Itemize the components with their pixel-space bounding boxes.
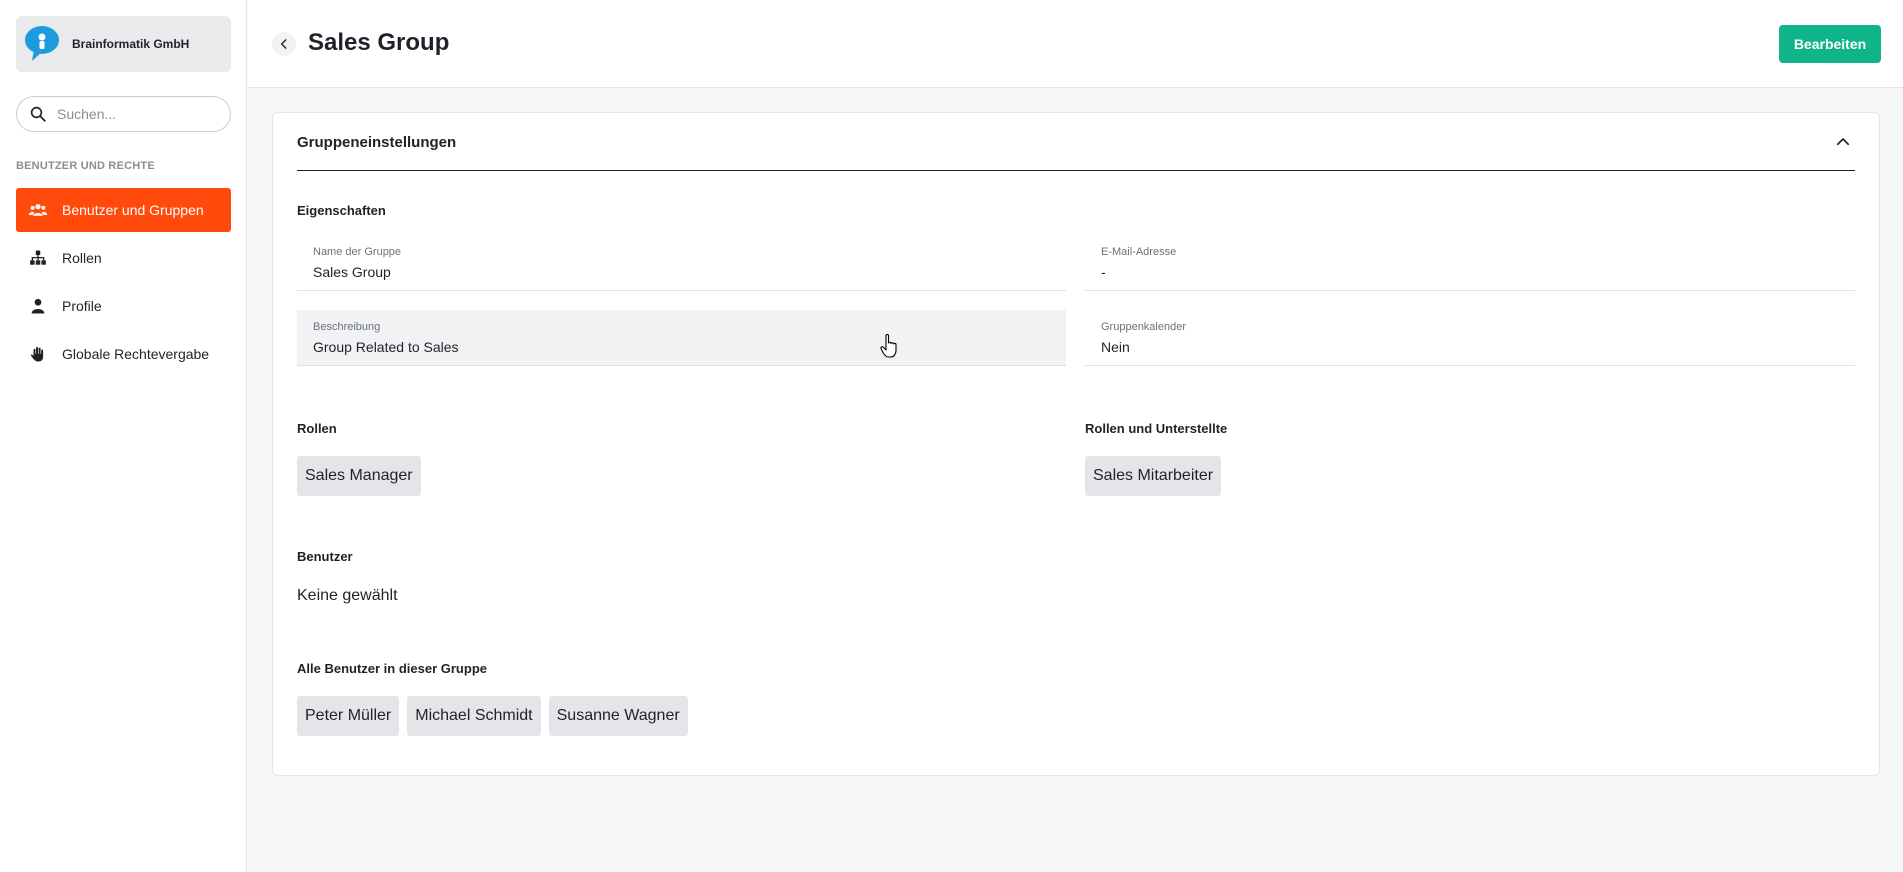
group-calendar-field[interactable]: Gruppenkalender Nein xyxy=(1085,310,1855,366)
roles-subordinates-chips: Sales Mitarbeiter xyxy=(1085,456,1222,496)
back-button[interactable] xyxy=(272,32,296,56)
group-name-field[interactable]: Name der Gruppe Sales Group xyxy=(297,235,1066,291)
hand-icon xyxy=(28,344,48,364)
properties-heading: Eigenschaften xyxy=(297,203,386,218)
page-header: Sales Group Bearbeiten xyxy=(248,0,1903,88)
search-box[interactable] xyxy=(16,96,231,132)
role-chip[interactable]: Sales Manager xyxy=(297,456,421,496)
users-icon xyxy=(28,200,48,220)
user-chip[interactable]: Michael Schmidt xyxy=(407,696,541,736)
sidebar-item-globale-rechtevergabe[interactable]: Globale Rechtevergabe xyxy=(16,332,231,376)
card-header[interactable]: Gruppeneinstellungen xyxy=(297,113,1855,171)
sidebar-item-label: Rollen xyxy=(62,250,102,266)
field-label: Name der Gruppe xyxy=(313,246,402,258)
role-chip[interactable]: Sales Mitarbeiter xyxy=(1085,456,1222,496)
field-value: Group Related to Sales xyxy=(313,339,459,355)
hierarchy-icon xyxy=(28,248,48,268)
sidebar-item-label: Profile xyxy=(62,298,102,314)
user-chip[interactable]: Susanne Wagner xyxy=(548,696,688,736)
page-title: Sales Group xyxy=(308,29,450,56)
sidebar-item-profile[interactable]: Profile xyxy=(16,284,231,328)
brainformatik-logo-icon xyxy=(25,26,59,61)
organization-name: Brainformatik GmbH xyxy=(72,37,190,51)
sidebar-nav: Benutzer und Gruppen Rollen Profile Glob… xyxy=(16,188,231,380)
field-value: Sales Group xyxy=(313,264,391,280)
sidebar: Brainformatik GmbH BENUTZER UND RECHTE B… xyxy=(0,0,247,872)
field-value: Nein xyxy=(1101,339,1130,355)
field-label: Beschreibung xyxy=(313,321,381,333)
hand-cursor-icon xyxy=(880,333,897,358)
field-value: - xyxy=(1101,264,1106,280)
users-empty-text: Keine gewählt xyxy=(297,587,398,604)
all-users-chips: Peter Müller Michael Schmidt Susanne Wag… xyxy=(297,696,688,736)
description-field[interactable]: Beschreibung Group Related to Sales xyxy=(297,310,1066,366)
person-icon xyxy=(28,296,48,316)
chevron-up-icon xyxy=(1836,137,1850,145)
organization-switcher[interactable]: Brainformatik GmbH xyxy=(16,16,231,72)
roles-heading: Rollen xyxy=(297,421,337,436)
section-label: BENUTZER UND RECHTE xyxy=(16,160,155,172)
sidebar-item-label: Globale Rechtevergabe xyxy=(62,346,210,362)
field-label: Gruppenkalender xyxy=(1101,321,1187,333)
search-icon xyxy=(30,106,46,122)
chevron-left-icon xyxy=(280,39,287,49)
field-label: E-Mail-Adresse xyxy=(1101,246,1177,258)
user-chip[interactable]: Peter Müller xyxy=(297,696,400,736)
search-input[interactable] xyxy=(57,106,207,122)
sidebar-item-benutzer-und-gruppen[interactable]: Benutzer und Gruppen xyxy=(16,188,231,232)
users-heading: Benutzer xyxy=(297,549,353,564)
roles-subordinates-heading: Rollen und Unterstellte xyxy=(1085,421,1228,436)
collapse-button[interactable] xyxy=(1831,130,1855,154)
group-settings-card: Gruppeneinstellungen Eigenschaften Name … xyxy=(272,112,1880,776)
card-title: Gruppeneinstellungen xyxy=(297,134,457,151)
email-field[interactable]: E-Mail-Adresse - xyxy=(1085,235,1855,291)
all-users-heading: Alle Benutzer in dieser Gruppe xyxy=(297,661,487,676)
edit-button[interactable]: Bearbeiten xyxy=(1779,25,1881,63)
sidebar-item-rollen[interactable]: Rollen xyxy=(16,236,231,280)
sidebar-item-label: Benutzer und Gruppen xyxy=(62,202,204,218)
roles-chips: Sales Manager xyxy=(297,456,421,496)
